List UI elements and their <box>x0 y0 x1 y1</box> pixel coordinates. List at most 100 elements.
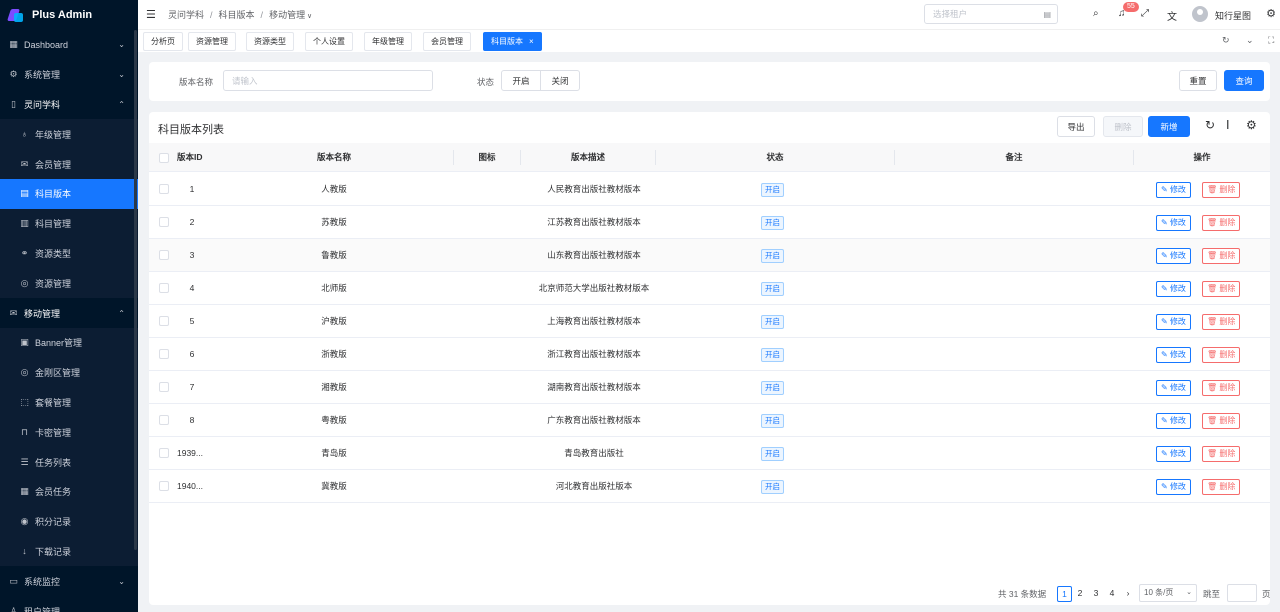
batch-delete-button[interactable]: 删除 <box>1103 116 1143 137</box>
row-checkbox[interactable] <box>159 250 169 260</box>
table-icon: ▥ <box>20 218 29 229</box>
edit-button[interactable]: ✎ 修改 <box>1156 347 1191 363</box>
next-page-icon[interactable]: › <box>1124 586 1132 602</box>
sidebar-item[interactable]: ♁ 年级管理 <box>0 119 138 150</box>
trash-icon: 🗑 <box>1207 251 1218 260</box>
row-checkbox[interactable] <box>159 481 169 491</box>
refresh-icon[interactable]: ↻ <box>1205 118 1215 132</box>
sidebar-item[interactable]: ⚙ 系统管理 ⌄ <box>0 60 138 90</box>
sidebar-item[interactable]: ▯ 灵问学科 ⌃ <box>0 90 138 120</box>
sidebar-item[interactable]: ▣ Banner管理 <box>0 327 138 358</box>
delete-label: 删除 <box>1219 218 1236 227</box>
page-4[interactable]: 4 <box>1107 586 1117 602</box>
table-row: 4 北师版 北京师范大学出版社教材版本 开启 ✎ 修改 🗑 删除 <box>149 272 1270 305</box>
delete-button[interactable]: 🗑 删除 <box>1202 380 1241 396</box>
edit-button[interactable]: ✎ 修改 <box>1156 182 1191 198</box>
sidebar-item[interactable]: ✉ 会员管理 <box>0 149 138 179</box>
row-checkbox[interactable] <box>159 382 169 392</box>
sidebar-item[interactable]: ▤ 科目版本 <box>0 178 138 209</box>
reset-button[interactable]: 重置 <box>1179 70 1217 91</box>
delete-button[interactable]: 🗑 删除 <box>1202 248 1241 264</box>
box-icon: ⬚ <box>20 396 29 407</box>
tab-resource-type[interactable]: 资源类型 <box>246 32 294 51</box>
row-checkbox[interactable] <box>159 283 169 293</box>
edit-button[interactable]: ✎ 修改 <box>1156 314 1191 330</box>
edit-button[interactable]: ✎ 修改 <box>1156 248 1191 264</box>
row-checkbox[interactable] <box>159 448 169 458</box>
tab-resource-manage[interactable]: 资源管理 <box>188 32 236 51</box>
sidebar-item[interactable]: ✉ 移动管理 ⌃ <box>0 298 138 328</box>
refresh-icon[interactable]: ↻ <box>1222 35 1230 46</box>
delete-button[interactable]: 🗑 删除 <box>1202 281 1241 297</box>
delete-label: 删除 <box>1219 284 1236 293</box>
edit-button[interactable]: ✎ 修改 <box>1156 413 1191 429</box>
edit-button[interactable]: ✎ 修改 <box>1156 479 1191 495</box>
breadcrumb-item[interactable]: 灵问学科 <box>168 8 204 21</box>
sidebar-item[interactable]: ◎ 金刚区管理 <box>0 357 138 388</box>
fullscreen-icon[interactable]: ⛶ <box>1268 35 1274 46</box>
tab-subject-version[interactable]: 科目版本 × <box>483 32 542 51</box>
page-1[interactable]: 1 <box>1057 586 1072 602</box>
column-height-icon[interactable]: Ⅰ <box>1226 118 1230 132</box>
layout-settings-icon[interactable]: ⚙ <box>1266 7 1276 20</box>
edit-label: 修改 <box>1169 482 1186 491</box>
select-all-checkbox[interactable] <box>159 153 169 163</box>
option-label: 开启 <box>512 75 530 86</box>
delete-button[interactable]: 🗑 删除 <box>1202 215 1241 231</box>
breadcrumb-item[interactable]: 移动管理 <box>269 8 312 21</box>
sidebar-item[interactable]: ↓ 下载记录 <box>0 536 138 567</box>
tab-analysis[interactable]: 分析页 <box>143 32 183 51</box>
add-button[interactable]: 新增 <box>1148 116 1190 137</box>
version-name-input[interactable]: 请输入 <box>223 70 433 91</box>
tab-personal-settings[interactable]: 个人设置 <box>305 32 353 51</box>
fullscreen-icon[interactable]: ⤢ <box>1141 8 1149 19</box>
menu-fold-icon[interactable]: ☰ <box>146 8 156 21</box>
sidebar-item[interactable]: ▭ 系统监控 ⌄ <box>0 566 138 596</box>
page-3[interactable]: 3 <box>1091 586 1101 602</box>
sidebar-item[interactable]: ☰ 任务列表 <box>0 447 138 477</box>
row-checkbox[interactable] <box>159 349 169 359</box>
username[interactable]: 知行星图 <box>1215 9 1251 22</box>
sidebar-item[interactable]: ◉ 积分记录 <box>0 506 138 537</box>
delete-button[interactable]: 🗑 删除 <box>1202 347 1241 363</box>
search-icon[interactable]: ⌕ <box>1093 8 1099 19</box>
edit-button[interactable]: ✎ 修改 <box>1156 380 1191 396</box>
sidebar-item[interactable]: ⚭ 资源类型 <box>0 238 138 269</box>
chevron-down-icon[interactable]: ⌄ <box>1246 35 1254 46</box>
edit-button[interactable]: ✎ 修改 <box>1156 446 1191 462</box>
page-jump-input[interactable] <box>1227 584 1257 602</box>
query-button[interactable]: 查询 <box>1224 70 1264 91</box>
delete-button[interactable]: 🗑 删除 <box>1202 314 1241 330</box>
row-checkbox[interactable] <box>159 316 169 326</box>
edit-button[interactable]: ✎ 修改 <box>1156 281 1191 297</box>
close-icon[interactable]: × <box>529 37 534 46</box>
settings-icon[interactable]: ⚙ <box>1246 118 1257 132</box>
translate-icon[interactable]: 文 <box>1167 8 1177 23</box>
status-option-on[interactable]: 开启 <box>501 70 541 91</box>
page-2[interactable]: 2 <box>1075 586 1085 602</box>
tab-grade-manage[interactable]: 年级管理 <box>364 32 412 51</box>
breadcrumb-item[interactable]: 科目版本 <box>219 8 255 21</box>
tab-member-manage[interactable]: 会员管理 <box>423 32 471 51</box>
sidebar-item[interactable]: ▦ 会员任务 <box>0 476 138 507</box>
sidebar-item[interactable]: ♙ 租户管理 ⌄ <box>0 596 138 612</box>
delete-button[interactable]: 🗑 删除 <box>1202 413 1241 429</box>
edit-button[interactable]: ✎ 修改 <box>1156 215 1191 231</box>
sidebar-item[interactable]: ◎ 资源管理 <box>0 268 138 299</box>
delete-button[interactable]: 🗑 删除 <box>1202 182 1241 198</box>
tenant-select[interactable]: 选择租户 ▤ <box>924 4 1058 24</box>
row-checkbox[interactable] <box>159 217 169 227</box>
page-size-select[interactable]: 10 条/页 ⌄ <box>1139 584 1197 602</box>
row-checkbox[interactable] <box>159 184 169 194</box>
export-button[interactable]: 导出 <box>1057 116 1095 137</box>
sidebar-item[interactable]: ▥ 科目管理 <box>0 208 138 239</box>
avatar[interactable] <box>1192 6 1208 22</box>
sidebar-item[interactable]: ⬚ 套餐管理 <box>0 387 138 418</box>
row-checkbox[interactable] <box>159 415 169 425</box>
delete-button[interactable]: 🗑 删除 <box>1202 479 1241 495</box>
sidebar-item[interactable]: ⊓ 卡密管理 <box>0 417 138 448</box>
sidebar-scrollbar[interactable] <box>134 30 137 550</box>
delete-button[interactable]: 🗑 删除 <box>1202 446 1241 462</box>
sidebar-item[interactable]: ▦ Dashboard ⌄ <box>0 30 138 60</box>
status-option-off[interactable]: 关闭 <box>540 70 580 91</box>
